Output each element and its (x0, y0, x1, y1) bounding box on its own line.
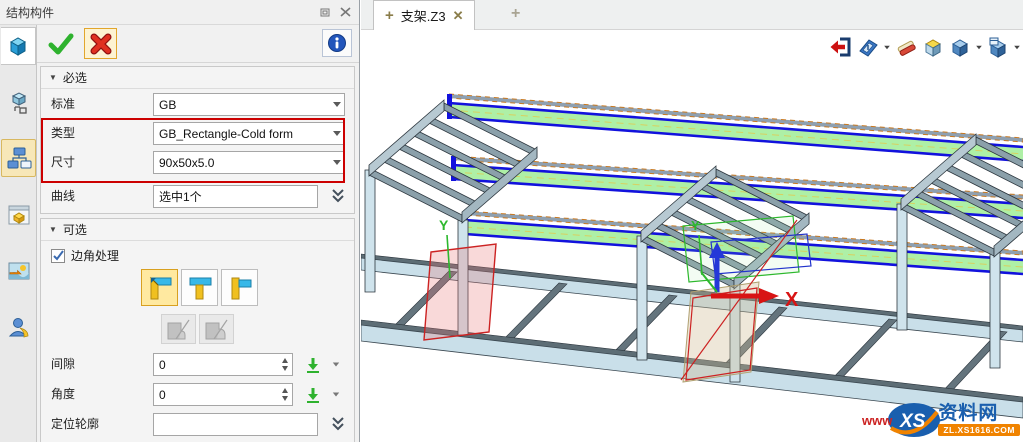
user-icon[interactable] (1, 308, 36, 346)
corner-weld-button (161, 314, 196, 344)
panel-titlebar: 结构构件 (0, 0, 359, 25)
corner-treatment-checkbox[interactable] (51, 248, 65, 263)
display-mode-icon[interactable] (986, 35, 1010, 59)
datum-wireframe-icon[interactable] (1, 83, 36, 121)
locating-profile-label: 定位轮廓 (51, 417, 100, 431)
profile-preview-red (423, 243, 497, 341)
watermark-prefix: www (861, 412, 893, 428)
collapse-icon: ▼ (49, 225, 57, 234)
watermark-site-url: ZL.XS1616.COM (938, 424, 1020, 436)
apply-options-caret-icon[interactable] (329, 383, 343, 406)
apply-value-icon[interactable] (303, 353, 323, 376)
view-plane-icon[interactable] (856, 35, 880, 59)
expand-chevron-icon[interactable] (330, 186, 346, 206)
shape-cube-icon[interactable] (1, 27, 36, 65)
axis-y-label: Y (439, 217, 449, 233)
axis-x-label: X (785, 289, 799, 311)
panel-float-icon[interactable] (317, 5, 333, 19)
document-area: + 支架.Z3 ✕ + X Y Y www XS 资料网 ZL.XS1616.C… (361, 0, 1023, 442)
cube-options-caret-icon[interactable] (975, 35, 983, 59)
dropdown-caret-icon[interactable] (330, 160, 344, 165)
standard-label: 标准 (51, 97, 76, 111)
info-button[interactable] (322, 29, 352, 57)
watermark-site-name: 资料网 (938, 403, 999, 424)
required-section-header[interactable]: ▼ 必选 (41, 67, 354, 89)
type-label: 类型 (51, 126, 76, 140)
watermark-logo: XS (888, 403, 941, 437)
watermark: www XS 资料网 ZL.XS1616.COM (862, 400, 1020, 440)
locating-profile-input[interactable] (153, 413, 318, 436)
tab-title: 支架.Z3 (400, 9, 446, 24)
eraser-icon[interactable] (894, 35, 918, 59)
cancel-button[interactable] (84, 28, 117, 59)
apply-options-caret-icon[interactable] (329, 353, 343, 376)
command-toolbar (37, 25, 359, 63)
tab-pin-icon: + (385, 7, 394, 24)
gap-input[interactable]: 0 (153, 353, 293, 376)
dropdown-caret-icon[interactable] (330, 131, 344, 136)
curve-input[interactable]: 选中1个 (153, 185, 318, 208)
spinner-control[interactable] (277, 384, 292, 405)
svg-text:XS: XS (899, 411, 926, 432)
section-box-icon[interactable] (921, 35, 945, 59)
type-dropdown[interactable]: GB_Rectangle-Cold form (153, 122, 345, 145)
size-label: 尺寸 (51, 155, 76, 169)
panel-close-icon[interactable] (337, 5, 353, 19)
viewport-toolbar (829, 35, 1021, 59)
size-dropdown[interactable]: 90x50x5.0 (153, 151, 345, 174)
exit-environment-icon[interactable] (829, 35, 853, 59)
collapse-icon: ▼ (49, 73, 57, 82)
shaded-cube-icon[interactable] (948, 35, 972, 59)
gap-label: 间隙 (51, 357, 76, 371)
new-tab-button[interactable]: + (511, 5, 520, 23)
dropdown-caret-icon[interactable] (330, 102, 344, 107)
optional-section-header[interactable]: ▼ 可选 (41, 219, 354, 241)
axis-y-label: Y (691, 218, 700, 233)
panel-title: 结构构件 (6, 5, 55, 20)
optional-section: ▼ 可选 边角处理 间隙 0 角度 0 定位轮廓 (40, 218, 355, 442)
panel-body: ▼ 必选 标准 GB 类型 GB_Rectangle-Cold form 尺寸 (0, 25, 359, 442)
ok-button[interactable] (42, 28, 80, 59)
document-tabbar: + 支架.Z3 ✕ + (361, 0, 1023, 30)
spinner-control[interactable] (277, 354, 292, 375)
standard-dropdown[interactable]: GB (153, 93, 345, 116)
assembly-tree-icon[interactable] (1, 139, 36, 177)
corner-butt-vertical-button[interactable] (221, 269, 258, 306)
command-form: ▼ 必选 标准 GB 类型 GB_Rectangle-Cold form 尺寸 (37, 25, 359, 442)
tab-zhijia-z3[interactable]: + 支架.Z3 ✕ (373, 0, 476, 30)
required-section: ▼ 必选 标准 GB 类型 GB_Rectangle-Cold form 尺寸 (40, 66, 355, 214)
view-options-caret-icon[interactable] (883, 35, 891, 59)
corner-miter-button[interactable] (141, 269, 178, 306)
expand-chevron-icon[interactable] (330, 414, 346, 434)
tab-close-icon[interactable]: ✕ (453, 9, 464, 22)
corner-treatment-row: 边角处理 (51, 247, 119, 264)
angle-input[interactable]: 0 (153, 383, 293, 406)
model-scene[interactable]: X Y Y (361, 30, 1023, 442)
apply-value-icon[interactable] (303, 383, 323, 406)
structural-member-panel: 结构构件 ▼ 必选 标准 GB 类型 GB_Rectangle-Cold for… (0, 0, 360, 442)
3d-viewport[interactable]: X Y Y www XS 资料网 ZL.XS1616.COM (361, 30, 1023, 442)
render-image-icon[interactable] (1, 252, 36, 290)
application-window: 结构构件 ▼ 必选 标准 GB 类型 GB_Rectangle-Cold for… (0, 0, 1023, 442)
manager-tab-strip (0, 25, 37, 442)
angle-label: 角度 (51, 387, 76, 401)
curve-label: 曲线 (51, 189, 76, 203)
display-options-caret-icon[interactable] (1013, 35, 1021, 59)
viewport-box-icon[interactable] (1, 196, 36, 234)
corner-weld-round-button (199, 314, 234, 344)
corner-butt-horizontal-button[interactable] (181, 269, 218, 306)
